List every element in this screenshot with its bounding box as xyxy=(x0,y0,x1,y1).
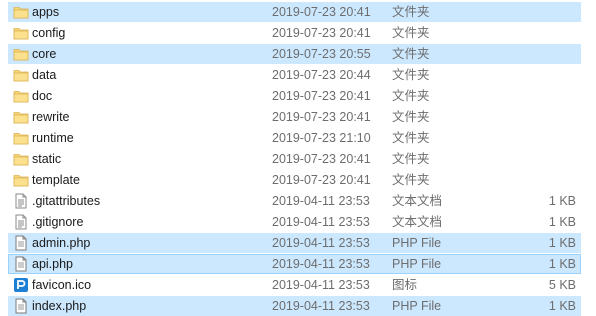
folder-icon xyxy=(13,67,29,83)
file-row[interactable]: doc 2019-07-23 20:41 文件夹 xyxy=(8,86,581,106)
file-modified-date: 2019-04-11 23:53 xyxy=(272,257,370,271)
file-modified-date: 2019-07-23 21:10 xyxy=(272,131,371,145)
file-modified-date: 2019-04-11 23:53 xyxy=(272,299,370,313)
file-name: doc xyxy=(32,89,53,103)
file-row[interactable]: favicon.ico 2019-04-11 23:53 图标 5 KB xyxy=(8,275,581,295)
file-size xyxy=(516,171,576,189)
file-type: 文件夹 xyxy=(392,89,430,103)
file-name: admin.php xyxy=(32,236,91,250)
file-name: rewrite xyxy=(32,110,70,124)
file-name: data xyxy=(32,68,57,82)
file-modified-date: 2019-07-23 20:41 xyxy=(272,5,371,19)
file-modified-date: 2019-04-11 23:53 xyxy=(272,215,370,229)
file-modified-date: 2019-04-11 23:53 xyxy=(272,236,370,250)
file-row[interactable]: admin.php 2019-04-11 23:53 PHP File 1 KB xyxy=(8,233,581,253)
file-size: 5 KB xyxy=(548,278,576,292)
file-type: 文件夹 xyxy=(392,26,430,40)
text-document-icon xyxy=(13,214,29,230)
file-row[interactable]: static 2019-07-23 20:41 文件夹 xyxy=(8,149,581,169)
file-type: 文件夹 xyxy=(392,47,430,61)
file-row[interactable]: index.php 2019-04-11 23:53 PHP File 1 KB xyxy=(8,296,581,316)
file-size xyxy=(516,3,576,21)
file-list: apps 2019-07-23 20:41 文件夹 config 2019-07-23 … xyxy=(0,0,596,316)
file-modified-date: 2019-07-23 20:41 xyxy=(272,26,371,40)
file-name: config xyxy=(32,26,66,40)
file-size xyxy=(516,129,576,147)
file-size: 1 KB xyxy=(548,257,576,271)
file-type: 文件夹 xyxy=(392,110,430,124)
file-type: 文本文档 xyxy=(392,215,443,229)
file-name: static xyxy=(32,152,62,166)
file-size: 1 KB xyxy=(548,299,576,313)
file-name: core xyxy=(32,47,57,61)
text-document-icon xyxy=(13,193,29,209)
file-name: favicon.ico xyxy=(32,278,92,292)
file-row[interactable]: data 2019-07-23 20:44 文件夹 xyxy=(8,65,581,85)
file-row[interactable]: apps 2019-07-23 20:41 文件夹 xyxy=(8,2,581,22)
file-type: 文件夹 xyxy=(392,152,430,166)
file-type: 文件夹 xyxy=(392,173,430,187)
folder-icon xyxy=(13,4,29,20)
file-row[interactable]: .gitattributes 2019-04-11 23:53 文本文档 1 KB xyxy=(8,191,581,211)
file-modified-date: 2019-04-11 23:53 xyxy=(272,194,370,208)
file-size xyxy=(516,45,576,63)
file-name: api.php xyxy=(32,257,74,271)
file-size: 1 KB xyxy=(548,236,576,250)
file-size xyxy=(516,108,576,126)
file-name: template xyxy=(32,173,80,187)
file-row[interactable]: rewrite 2019-07-23 20:41 文件夹 xyxy=(8,107,581,127)
file-modified-date: 2019-04-11 23:53 xyxy=(272,278,370,292)
file-modified-date: 2019-07-23 20:41 xyxy=(272,89,371,103)
file-row[interactable]: config 2019-07-23 20:41 文件夹 xyxy=(8,23,581,43)
file-type: PHP File xyxy=(392,236,442,250)
file-row[interactable]: .gitignore 2019-04-11 23:53 文本文档 1 KB xyxy=(8,212,581,232)
folder-icon xyxy=(13,46,29,62)
file-modified-date: 2019-07-23 20:41 xyxy=(272,173,371,187)
folder-icon xyxy=(13,109,29,125)
file-modified-date: 2019-07-23 20:55 xyxy=(272,47,371,61)
folder-icon xyxy=(13,25,29,41)
php-file-icon xyxy=(13,256,29,272)
file-name: .gitattributes xyxy=(32,194,101,208)
file-size xyxy=(516,24,576,42)
folder-icon xyxy=(13,88,29,104)
file-modified-date: 2019-07-23 20:44 xyxy=(272,68,371,82)
file-size xyxy=(516,87,576,105)
file-modified-date: 2019-07-23 20:41 xyxy=(272,152,371,166)
file-type: 文件夹 xyxy=(392,68,430,82)
file-row[interactable]: template 2019-07-23 20:41 文件夹 xyxy=(8,170,581,190)
file-name: index.php xyxy=(32,299,87,313)
file-row[interactable]: api.php 2019-04-11 23:53 PHP File 1 KB xyxy=(8,254,581,274)
file-modified-date: 2019-07-23 20:41 xyxy=(272,110,371,124)
php-file-icon xyxy=(13,235,29,251)
file-type: PHP File xyxy=(392,257,442,271)
file-type: 文件夹 xyxy=(392,131,430,145)
file-size xyxy=(516,66,576,84)
file-name: runtime xyxy=(32,131,74,145)
file-size xyxy=(516,150,576,168)
file-type: 文本文档 xyxy=(392,194,443,208)
folder-icon xyxy=(13,172,29,188)
php-file-icon xyxy=(13,298,29,314)
file-size: 1 KB xyxy=(548,215,576,229)
folder-icon xyxy=(13,151,29,167)
file-name: apps xyxy=(32,5,60,19)
file-size: 1 KB xyxy=(548,194,576,208)
file-row[interactable]: core 2019-07-23 20:55 文件夹 xyxy=(8,44,581,64)
file-row[interactable]: runtime 2019-07-23 21:10 文件夹 xyxy=(8,128,581,148)
file-name: .gitignore xyxy=(32,215,84,229)
file-type: PHP File xyxy=(392,299,442,313)
folder-icon xyxy=(13,130,29,146)
ico-file-icon xyxy=(13,277,29,293)
file-type: 文件夹 xyxy=(392,5,430,19)
file-type: 图标 xyxy=(392,278,418,292)
